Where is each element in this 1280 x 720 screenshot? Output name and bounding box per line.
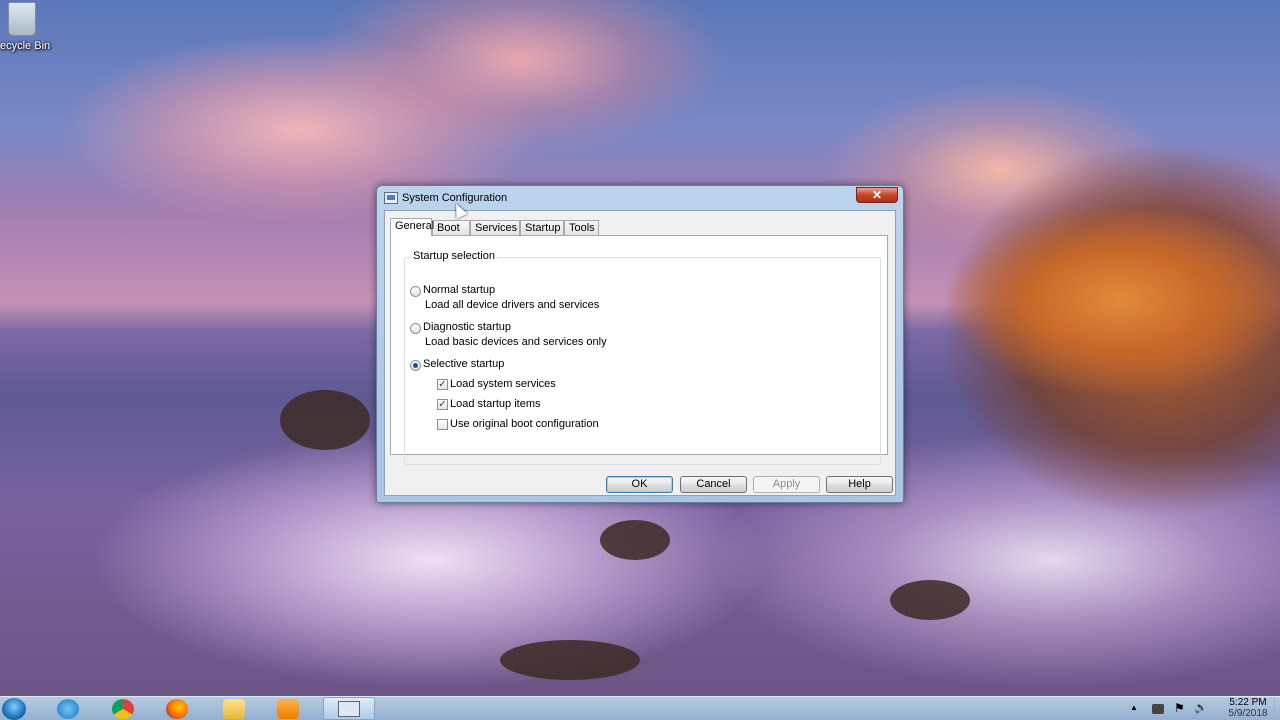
file-explorer-icon[interactable] <box>223 699 245 719</box>
cancel-button[interactable]: Cancel <box>680 476 747 493</box>
recycle-bin-label: ecycle Bin <box>0 40 51 52</box>
close-button[interactable]: ✕ <box>856 187 898 203</box>
group-title: Startup selection <box>411 250 497 262</box>
system-configuration-window: System Configuration ✕ General Boot Serv… <box>376 185 904 503</box>
normal-startup-radio[interactable] <box>410 286 421 297</box>
clock[interactable]: 5:22 PM 5/9/2018 <box>1222 697 1274 719</box>
recycle-bin-icon <box>8 2 36 36</box>
tray-expand-icon[interactable]: ▲ <box>1130 703 1138 712</box>
normal-startup-label[interactable]: Normal startup <box>423 284 495 296</box>
start-button[interactable] <box>2 698 26 720</box>
media-player-icon[interactable] <box>277 699 299 719</box>
load-system-services-label[interactable]: Load system services <box>450 378 556 390</box>
chrome-icon[interactable] <box>112 699 134 719</box>
load-system-services-checkbox[interactable]: ✓ <box>437 379 448 390</box>
rock-shape <box>280 390 370 450</box>
use-original-boot-label[interactable]: Use original boot configuration <box>450 418 599 430</box>
use-original-boot-checkbox[interactable] <box>437 419 448 430</box>
clock-date: 5/9/2018 <box>1228 708 1268 719</box>
ok-button[interactable]: OK <box>606 476 673 493</box>
diagnostic-startup-description: Load basic devices and services only <box>425 336 607 348</box>
msconfig-app-icon <box>384 192 398 204</box>
normal-startup-description: Load all device drivers and services <box>425 299 600 311</box>
window-title: System Configuration <box>402 192 508 204</box>
rock-shape <box>500 640 640 680</box>
diagnostic-startup-label[interactable]: Diagnostic startup <box>423 321 511 333</box>
msconfig-taskbar-button[interactable] <box>323 697 375 720</box>
selective-startup-label[interactable]: Selective startup <box>423 358 504 370</box>
show-desktop-button[interactable] <box>1274 697 1280 720</box>
selective-startup-radio[interactable] <box>410 360 421 371</box>
help-button[interactable]: Help <box>826 476 893 493</box>
recycle-bin-shortcut[interactable]: ecycle Bin <box>0 0 60 56</box>
general-tab-panel: Startup selection Normal startup Load al… <box>390 235 888 465</box>
diagnostic-startup-radio[interactable] <box>410 323 421 334</box>
rock-shape <box>600 520 670 560</box>
clock-time: 5:22 PM <box>1229 697 1267 708</box>
load-startup-items-checkbox[interactable]: ✓ <box>437 399 448 410</box>
action-center-flag-icon[interactable]: ⚑ <box>1174 701 1185 715</box>
tab-boot[interactable]: Boot <box>432 220 470 235</box>
rock-shape <box>890 580 970 620</box>
volume-icon[interactable]: 🔊 <box>1194 701 1208 714</box>
firefox-icon[interactable] <box>166 699 188 719</box>
dialog-client-area: General Boot Services Startup Tools Star… <box>384 210 896 496</box>
msconfig-icon <box>338 701 360 717</box>
tab-services[interactable]: Services <box>470 220 520 235</box>
internet-explorer-icon[interactable] <box>57 699 79 719</box>
tab-general[interactable]: General <box>390 218 434 236</box>
startup-selection-group: Startup selection Normal startup Load al… <box>404 250 881 465</box>
load-startup-items-label[interactable]: Load startup items <box>450 398 541 410</box>
tab-tools[interactable]: Tools <box>564 220 599 235</box>
tab-startup[interactable]: Startup <box>520 220 564 235</box>
taskbar: ▲ ⚑ 🔊 5:22 PM 5/9/2018 <box>0 696 1280 720</box>
apply-button[interactable]: Apply <box>753 476 820 493</box>
device-icon[interactable] <box>1152 704 1164 714</box>
